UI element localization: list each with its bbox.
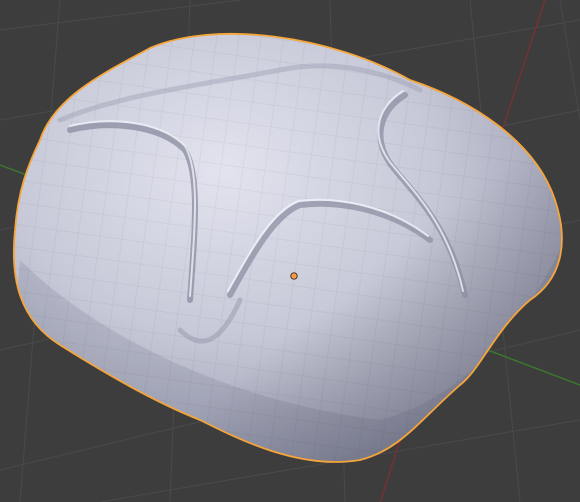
object-origin-icon[interactable]	[290, 272, 298, 280]
mesh-object[interactable]	[0, 0, 580, 502]
viewport-canvas[interactable]	[0, 0, 580, 502]
3d-viewport[interactable]	[0, 0, 580, 502]
